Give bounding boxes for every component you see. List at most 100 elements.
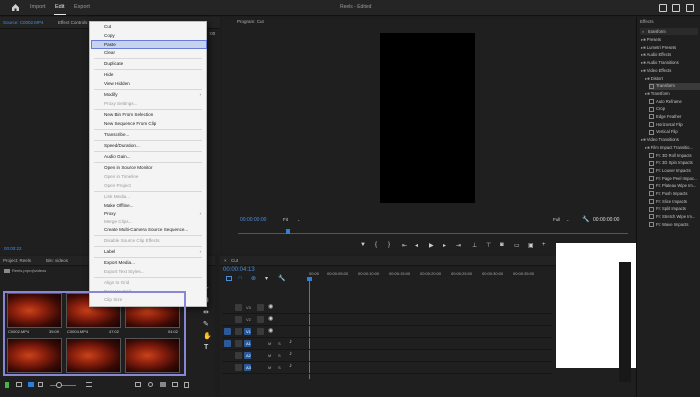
new-bin-icon[interactable] [135,382,141,387]
new-item-icon[interactable] [172,382,178,387]
mic-icon[interactable]: ♪ [289,363,292,369]
effects-item[interactable]: FI: Wave Impacts [649,222,700,229]
zoom-slider[interactable] [50,385,76,386]
folder-icon[interactable] [160,382,166,387]
tab-project[interactable]: Project: Reels [3,258,31,263]
menu-item-align-to-grid[interactable]: Align to Grid [104,280,129,285]
razor-icon[interactable]: ✎ [203,320,209,328]
menu-item-cut[interactable]: Cut [104,24,111,29]
sync-lock-icon[interactable] [257,304,264,311]
solo-button[interactable]: S [278,341,281,346]
quality-dropdown[interactable]: Full [553,217,560,222]
effects-folder[interactable]: ▸■ Lumetri Presets [641,45,700,52]
menu-item-proxy[interactable]: Proxy [104,211,116,216]
effects-item[interactable]: FI: Louver Impacts [649,168,700,175]
menu-item-audio-gain[interactable]: Audio Gain... [104,154,131,159]
compare-icon[interactable]: ▣ [528,242,534,249]
effects-search-input[interactable]: ⌕ transform [640,28,698,35]
program-title[interactable]: Program: Cut [237,19,264,24]
effects-folder[interactable]: ▸■ Film Impact Transitio... [645,145,700,152]
program-scrub-bar[interactable] [238,233,628,234]
tab-export[interactable]: Export [74,4,90,10]
menu-item-open-in-source-monitor[interactable]: Open in Source Monitor [104,165,153,170]
marker-icon[interactable]: ▼ [360,242,366,248]
fullscreen-icon[interactable] [659,4,667,12]
step-forward-icon[interactable]: ▸ [443,242,446,249]
pencil-icon[interactable] [5,382,9,388]
effects-title[interactable]: Effects [640,19,654,24]
eye-icon[interactable]: ◉ [268,303,273,310]
tab-source[interactable]: Source: C0002.MP4 [3,20,44,25]
menu-item-proxy-settings[interactable]: Proxy Settings... [104,101,137,106]
source-patch-a1[interactable] [224,340,231,347]
timeline-ruler[interactable]: 00:00 00:00:05:00 00:00:10:00 00:00:15:0… [305,271,555,281]
hand-icon[interactable]: ✋ [203,332,212,340]
icon-view-icon[interactable] [28,382,34,387]
tab-import[interactable]: Import [30,4,46,10]
effects-folder[interactable]: ▸■ Video Effects [641,68,700,75]
menu-item-modify[interactable]: Modify [104,92,118,97]
solo-button[interactable]: S [278,365,281,370]
menu-item-link-media[interactable]: Link Media... [104,194,130,199]
mute-button[interactable]: M [268,353,271,358]
list-view-icon[interactable] [16,382,22,387]
lock-icon[interactable] [235,316,242,323]
effects-folder[interactable]: ▸■ Video Transitions [641,137,700,144]
menu-item-speed-duration[interactable]: Speed/Duration... [104,143,140,148]
menu-item-transcribe[interactable]: Transcribe... [104,132,129,137]
playhead-handle[interactable] [307,277,312,281]
effects-item[interactable]: Horizontal Flip [649,122,700,129]
trash-icon[interactable] [184,382,189,388]
menu-item-merge-clips[interactable]: Merge Clips... [104,219,132,224]
lock-icon[interactable] [235,352,242,359]
lock-icon[interactable] [235,328,242,335]
go-to-out-icon[interactable]: ⇥ [456,242,461,249]
search-icon[interactable] [148,382,153,387]
effects-item[interactable]: FI: Split Impacts [649,206,700,213]
effects-item[interactable]: Vertical Flip [649,129,700,136]
effects-item[interactable]: FI: Page Peel Impac... [649,176,700,183]
play-icon[interactable]: ▶ [429,242,434,249]
lock-icon[interactable] [235,304,242,311]
lock-icon[interactable] [235,364,242,371]
effects-item[interactable]: FI: Push Impacts [649,191,700,198]
effects-folder[interactable]: ▸■ Audio Transitions [641,60,700,67]
share-icon[interactable] [686,4,694,12]
menu-item-disable-source-clip-effects[interactable]: Disable Source Clip Effects [104,238,160,243]
mute-button[interactable]: M [268,365,271,370]
menu-item-hide[interactable]: Hide [104,72,113,77]
sync-lock-icon[interactable] [257,328,264,335]
menu-item-clear[interactable]: Clear [104,50,115,55]
effects-item[interactable]: Crop [649,106,700,113]
menu-item-paste[interactable]: Paste [104,42,116,47]
workspace-icon[interactable] [672,4,680,12]
tab-effect-controls[interactable]: Effect Controls [58,20,87,25]
solo-button[interactable]: S [278,353,281,358]
close-icon[interactable]: × [224,258,227,263]
sort-icon[interactable] [86,382,92,387]
menu-item-duplicate[interactable]: Duplicate [104,61,123,66]
menu-item-create-multicam[interactable]: Create Multi-Camera Source Sequence... [104,227,188,232]
vr-icon[interactable]: ▭ [514,242,520,249]
home-icon[interactable] [11,3,20,12]
add-button-icon[interactable]: + [542,242,546,248]
sync-lock-icon[interactable] [257,316,264,323]
step-back-icon[interactable]: ◂ [415,242,418,249]
mic-icon[interactable]: ♪ [289,339,292,345]
snap-icon[interactable]: ∩ [238,275,242,281]
effects-item[interactable]: FI: Plateau Wipe Im... [649,183,700,190]
lift-icon[interactable]: ⊥ [472,242,477,249]
zoom-slider-handle[interactable] [56,382,62,388]
mic-icon[interactable]: ♪ [289,351,292,357]
fit-dropdown[interactable]: Fit [283,217,288,222]
timeline-timecode[interactable]: 00:00:04:13 [223,267,255,273]
menu-item-export-text-styles[interactable]: Export Text Styles... [104,269,145,274]
menu-item-export-media[interactable]: Export Media... [104,260,135,265]
lock-icon[interactable] [235,340,242,347]
go-to-in-icon[interactable]: ⇤ [402,242,407,249]
source-patch-v1[interactable] [224,328,231,335]
effects-item[interactable]: Auto Reframe [649,99,700,106]
camera-icon[interactable]: ◙ [500,242,504,248]
eye-icon[interactable]: ◉ [268,315,273,322]
nest-icon[interactable] [226,276,232,281]
